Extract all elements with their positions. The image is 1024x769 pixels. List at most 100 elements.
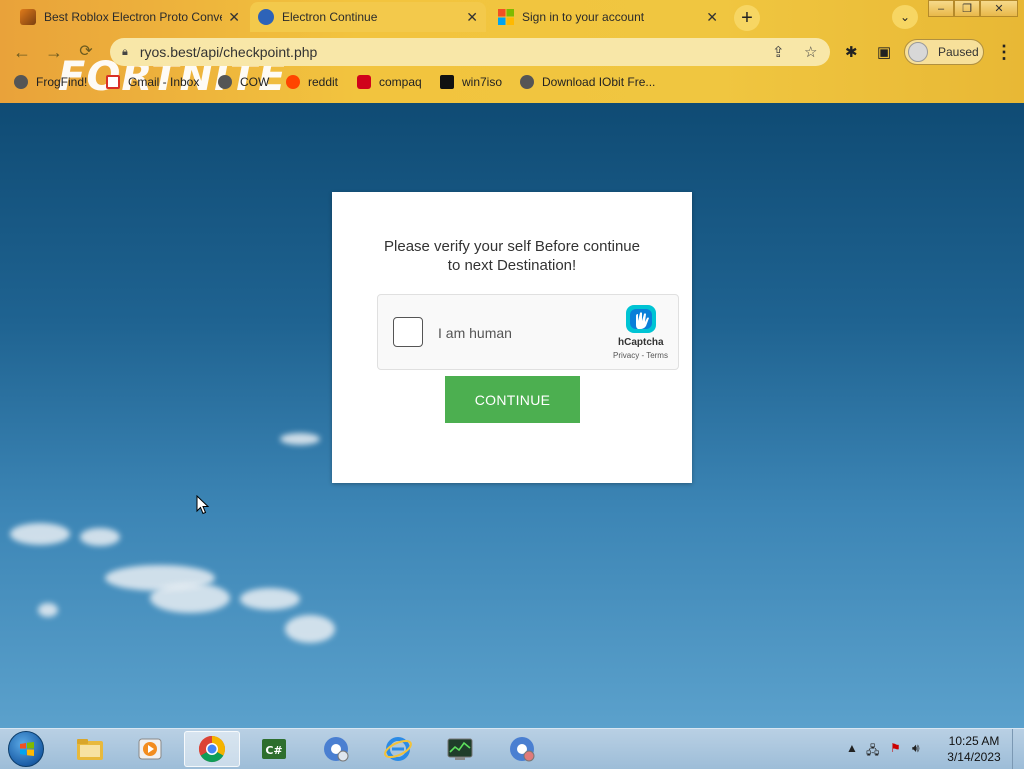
taskbar-csharp[interactable]: C# [246,731,302,767]
forward-button[interactable]: → [42,40,66,64]
globe-icon [14,75,28,89]
tab-electron-continue[interactable]: Electron Continue ✕ [250,2,486,32]
side-panel-icon[interactable]: ▣ [877,43,891,61]
bookmark-compaq[interactable]: compaq [357,75,422,89]
bookmark-win7iso[interactable]: win7iso [440,75,502,89]
taskbar-task-manager[interactable] [432,731,488,767]
chrome-profile-icon [510,737,535,762]
bookmark-label: FrogFind! [36,75,88,89]
restore-button[interactable]: ❐ [954,0,980,17]
message-line: Please verify your self Before continue [384,238,640,255]
captcha-checkbox[interactable] [393,317,423,347]
reddit-icon [286,75,300,89]
taskbar-chrome-profile-2[interactable] [494,731,550,767]
clock-time: 10:25 AM [948,734,1000,748]
cloud [10,523,70,545]
internet-explorer-icon [384,737,412,761]
chrome-profile-icon [324,737,349,762]
window-close-button[interactable]: ✕ [980,0,1018,17]
bookmark-cow[interactable]: COW [218,75,269,89]
taskbar-internet-explorer[interactable] [370,731,426,767]
close-icon[interactable]: ✕ [228,9,240,26]
taskbar-chrome-profile-1[interactable] [308,731,364,767]
cloud [285,615,335,643]
csharp-icon: C# [262,739,286,759]
taskbar: C# ▲ 🖧︎ ⚑ 🔊︎ 10:25 AM 3/14/2023 [0,728,1024,769]
action-center-flag-icon[interactable]: ⚑ [890,741,901,755]
share-icon[interactable]: ⇪ [772,43,785,61]
gmail-icon [106,75,120,89]
tab-sign-in[interactable]: Sign in to your account ✕ [490,2,726,32]
bookmark-gmail[interactable]: Gmail - Inbox [106,75,199,89]
bookmark-star-icon[interactable]: ☆ [804,43,817,61]
start-button[interactable] [8,731,44,767]
windows-flag-icon [20,742,34,756]
bookmark-label: reddit [308,75,339,89]
bookmark-label: win7iso [462,75,503,89]
bookmark-label: Gmail - Inbox [128,75,200,89]
bookmark-label: compaq [379,75,422,89]
bookmark-reddit[interactable]: reddit [286,75,338,89]
reload-button[interactable]: ⟳ [74,40,98,64]
globe-icon [218,75,232,89]
tab-roblox-electron[interactable]: Best Roblox Electron Proto Conve ✕ [12,2,248,32]
clock-date: 3/14/2023 [947,750,1001,764]
task-manager-icon [447,738,473,760]
globe-icon [520,75,534,89]
tab-title: Sign in to your account [522,10,645,24]
new-tab-button[interactable]: + [734,5,760,31]
cloud [38,603,58,617]
close-icon[interactable]: ✕ [466,9,478,26]
electron-favicon-icon [258,9,274,25]
compaq-icon [357,75,371,89]
bookmark-iobit[interactable]: Download IObit Fre... [520,75,655,89]
system-clock[interactable]: 10:25 AM 3/14/2023 [938,733,1010,765]
tab-search-button[interactable]: ⌄ [892,5,918,29]
profile-status: Paused [938,45,979,59]
captcha-label: I am human [438,325,512,341]
message-line: to next Destination! [447,257,577,274]
taskbar-explorer[interactable] [62,731,118,767]
volume-icon[interactable]: 🔊︎ [912,741,920,756]
page-background: Please verify your self Before continue … [0,103,1024,728]
show-desktop-button[interactable] [1012,729,1024,769]
taskbar-chrome[interactable] [184,731,240,767]
show-hidden-icons-icon[interactable]: ▲ [846,741,858,755]
bookmark-frogfind[interactable]: FrogFind! [14,75,87,89]
address-bar[interactable]: 🔒︎ ⇪ ☆ [110,38,830,66]
cloud [150,583,230,613]
extensions-icon[interactable]: ✱ [845,43,858,61]
microsoft-favicon-icon [498,9,514,25]
continue-button[interactable]: CONTINUE [445,376,580,423]
captcha-privacy-terms-link[interactable]: Privacy - Terms [613,351,668,360]
back-button[interactable]: ← [10,40,34,64]
verification-message: Please verify your self Before continue … [362,237,662,275]
lock-icon: 🔒︎ [122,45,128,58]
hcaptcha-widget: I am human hCaptcha Privacy - Terms [377,294,679,370]
cloud [240,588,300,610]
network-icon[interactable]: 🖧︎ [866,741,879,762]
url-input[interactable] [137,43,742,61]
minimize-button[interactable]: – [928,0,954,17]
tab-strip: Best Roblox Electron Proto Conve ✕ Elect… [0,0,1024,34]
captcha-brand: hCaptcha [618,337,664,348]
roblox-favicon-icon [20,9,36,25]
tab-title: Best Roblox Electron Proto Conve [44,10,223,24]
menu-icon[interactable]: ⋮ [995,42,1013,63]
cloud [80,528,120,546]
close-icon[interactable]: ✕ [706,9,718,26]
bookmark-label: COW [240,75,270,89]
taskbar-media-player[interactable] [122,731,178,767]
toolbar: ← → ⟳ 🔒︎ ⇪ ☆ ✱ ▣ Paused ⋮ [0,34,1024,70]
bookmark-label: Download IObit Fre... [542,75,656,89]
svg-text:C#: C# [265,744,282,757]
bookmarks-bar: FrogFind! Gmail - Inbox COW reddit compa… [0,70,1024,98]
browser-chrome: FORTNITE Best Roblox Electron Proto Conv… [0,0,1024,103]
profile-button[interactable]: Paused [904,39,984,65]
hcaptcha-logo-icon [624,303,658,335]
folder-icon [77,739,103,760]
chrome-icon [198,735,226,763]
win7iso-icon [440,75,454,89]
verification-card: Please verify your self Before continue … [332,192,692,483]
tab-title: Electron Continue [282,10,378,24]
